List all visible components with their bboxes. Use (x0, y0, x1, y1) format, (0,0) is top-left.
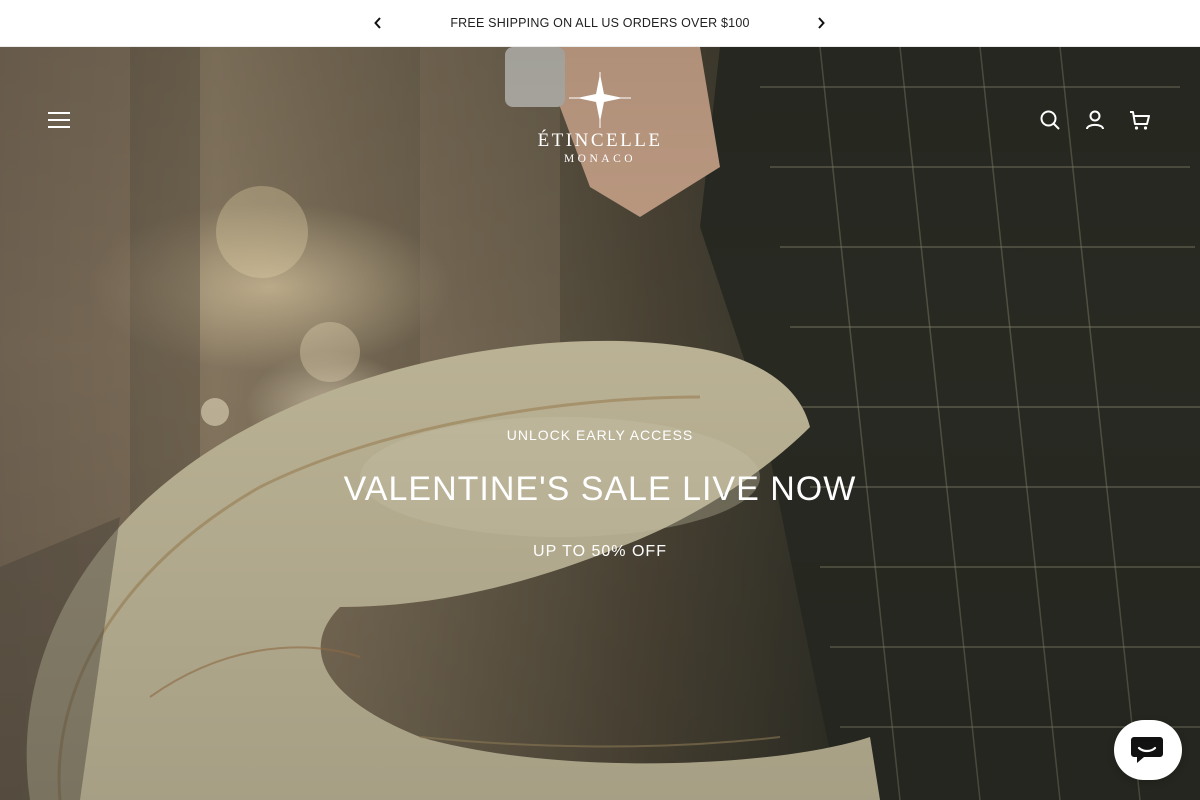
announcement-next-button[interactable] (812, 14, 830, 32)
chat-launcher-button[interactable] (1114, 720, 1182, 780)
hero-kicker: UNLOCK EARLY ACCESS (506, 427, 694, 443)
cart-button[interactable] (1128, 108, 1152, 132)
hamburger-line (48, 126, 70, 128)
logo-subtitle: MONACO (563, 153, 637, 165)
hero-headline: VALENTINE'S SALE LIVE NOW (343, 470, 857, 508)
chat-bubble-icon (1131, 737, 1163, 763)
search-icon (1040, 110, 1060, 130)
chevron-left-icon (374, 17, 381, 29)
brand-logo[interactable]: ÉTINCELLE MONACO (525, 72, 675, 168)
chevron-right-icon (818, 17, 825, 29)
announcement-bar: FREE SHIPPING ON ALL US ORDERS OVER $100 (0, 0, 1200, 47)
announcement-prev-button[interactable] (369, 14, 387, 32)
star-sparkle-icon (569, 72, 631, 128)
menu-button[interactable] (48, 112, 70, 128)
hamburger-line (48, 119, 70, 121)
account-icon (1086, 110, 1104, 130)
hero-offer: UP TO 50% OFF (533, 543, 667, 560)
cart-icon (1130, 111, 1150, 130)
logo-name: ÉTINCELLE (537, 130, 663, 151)
announcement-text: FREE SHIPPING ON ALL US ORDERS OVER $100 (450, 16, 750, 30)
hamburger-menu-icon (48, 112, 70, 114)
search-button[interactable] (1038, 108, 1062, 132)
account-button[interactable] (1083, 108, 1107, 132)
